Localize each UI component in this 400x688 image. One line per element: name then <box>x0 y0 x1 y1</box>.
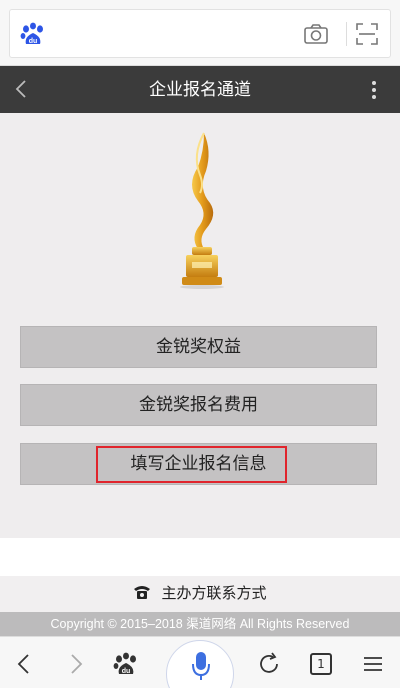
highlight-box <box>96 446 287 483</box>
fees-button[interactable]: 金锐奖报名费用 <box>20 384 377 426</box>
page-title: 企业报名通道 <box>149 80 251 99</box>
mic-icon <box>192 652 210 680</box>
svg-text:du: du <box>29 38 38 45</box>
browser-search-bar: du <box>0 0 400 66</box>
refresh-icon[interactable] <box>256 651 282 677</box>
benefits-button[interactable]: 金锐奖权益 <box>20 326 377 368</box>
menu-icon[interactable] <box>360 651 386 677</box>
divider <box>346 22 347 46</box>
contact-label: 主办方联系方式 <box>161 585 267 602</box>
copyright-text: Copyright © 2015–2018 渠道网络 All Rights Re… <box>0 612 400 636</box>
svg-text:du: du <box>122 668 131 675</box>
back-icon[interactable] <box>12 651 38 677</box>
scan-icon[interactable] <box>355 22 379 46</box>
spacer <box>0 538 400 576</box>
voice-search-button[interactable] <box>166 640 234 688</box>
forward-icon[interactable] <box>62 651 88 677</box>
camera-icon[interactable] <box>303 22 329 46</box>
browser-toolbar: du 1 <box>0 636 400 688</box>
more-vertical-icon[interactable] <box>364 78 384 102</box>
home-icon[interactable]: du <box>113 651 139 677</box>
trophy-image <box>180 132 224 289</box>
title-bar: 企业报名通道 <box>0 66 400 113</box>
main-content: 金锐奖权益 金锐奖报名费用 填写企业报名信息 <box>0 113 400 538</box>
contact-link[interactable]: 主办方联系方式 <box>0 576 400 612</box>
phone-icon <box>134 586 151 599</box>
tabs-icon[interactable]: 1 <box>310 653 332 675</box>
search-box[interactable]: du <box>9 9 391 58</box>
baidu-paw-icon[interactable]: du <box>20 22 46 46</box>
